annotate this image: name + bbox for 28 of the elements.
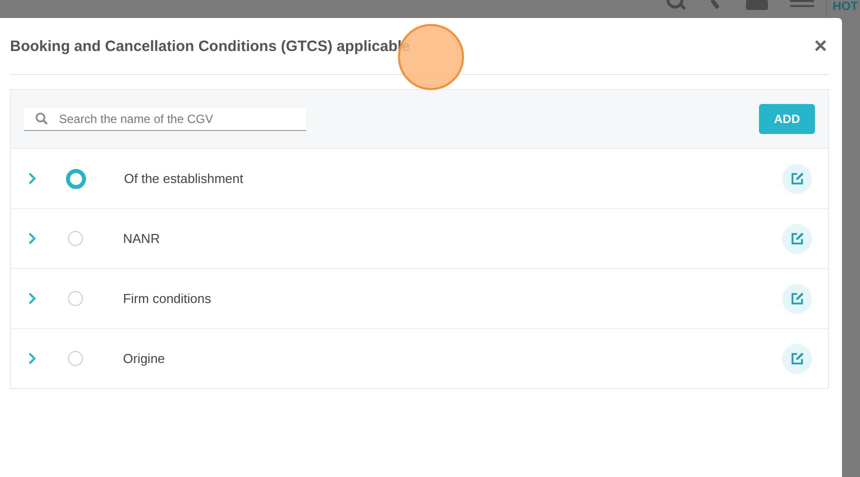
menu-icon[interactable]: [790, 0, 814, 8]
header-text: HOT: [832, 0, 858, 12]
chevron-right-icon[interactable]: [28, 352, 36, 365]
edit-button[interactable]: [782, 344, 812, 374]
condition-name: Firm conditions: [123, 291, 212, 306]
search-icon: [35, 112, 48, 125]
chevron-right-icon[interactable]: [28, 292, 36, 305]
radio-button[interactable]: [66, 168, 86, 188]
chevron-right-icon[interactable]: [28, 232, 36, 245]
search-icon[interactable]: [666, 0, 688, 12]
radio-button[interactable]: [68, 291, 83, 306]
square-icon[interactable]: [746, 0, 768, 10]
close-button[interactable]: ×: [812, 35, 829, 57]
search-input[interactable]: Search the name of the CGV: [57, 110, 306, 126]
edit-button[interactable]: [782, 224, 812, 254]
chevron-right-icon[interactable]: [28, 172, 36, 185]
edit-button[interactable]: [782, 284, 812, 314]
condition-name: Origine: [123, 351, 166, 366]
edit-icon: [790, 352, 804, 365]
edit-button[interactable]: [782, 164, 812, 194]
edit-icon: [790, 292, 804, 305]
radio-button[interactable]: [68, 351, 83, 366]
condition-name: Of the establishment: [124, 171, 244, 186]
edit-icon: [790, 232, 804, 245]
edit-icon: [790, 172, 804, 185]
condition-name: NANR: [123, 231, 161, 246]
search-field[interactable]: Search the name of the CGV: [24, 108, 306, 130]
radio-button[interactable]: [68, 231, 83, 246]
